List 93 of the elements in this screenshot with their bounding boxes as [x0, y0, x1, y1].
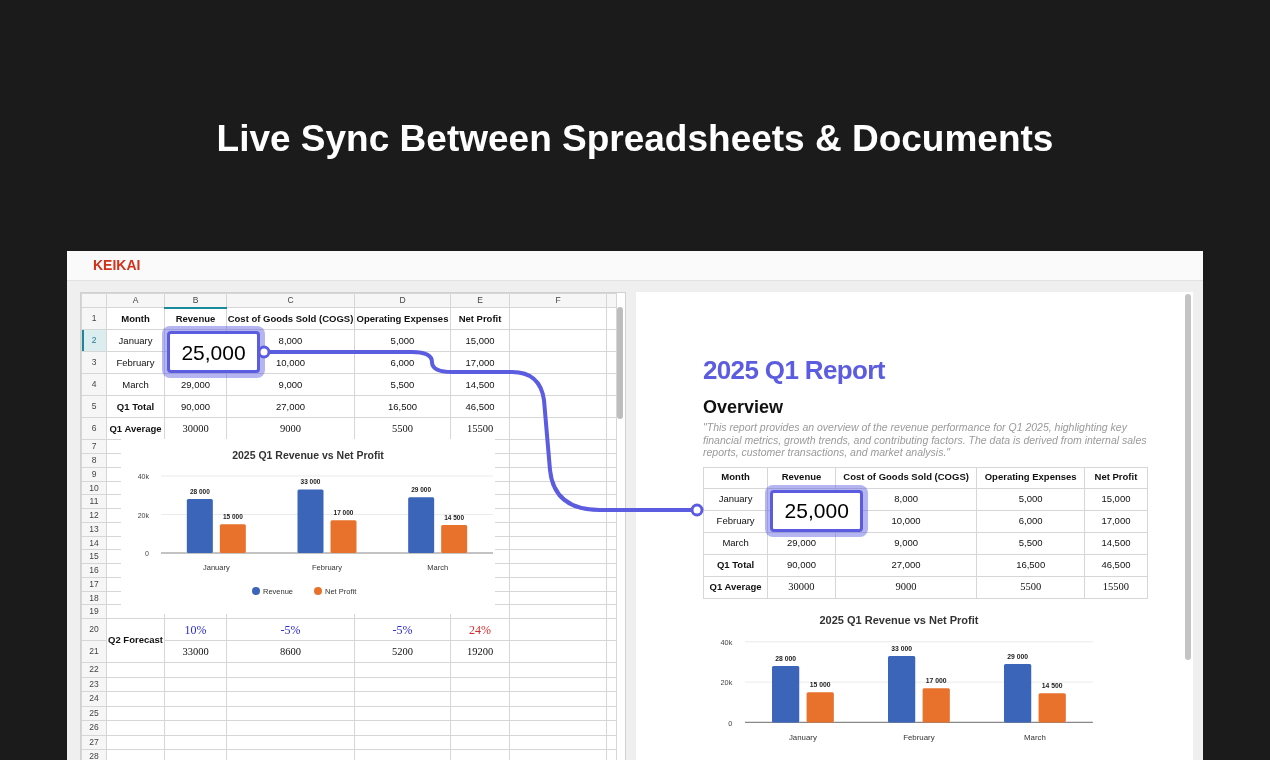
cell-text: Operating Expenses	[356, 312, 449, 324]
cell-text: 27,000	[891, 558, 921, 570]
page-title: Live Sync Between Spreadsheets & Documents	[216, 117, 1054, 161]
cell-text: 5500	[392, 422, 413, 434]
cell-text: 9,000	[894, 536, 918, 548]
cell-text: 6,000	[390, 356, 415, 368]
column-header[interactable]: A	[106, 293, 165, 308]
cell-text: 29,000	[180, 378, 211, 390]
cell-text: Month	[121, 312, 150, 324]
value-callout: 25,000	[765, 484, 869, 537]
cell-text: 17,000	[1101, 514, 1131, 526]
cell-text: 5,000	[1018, 492, 1043, 504]
chart-title: 2025 Q1 Revenue vs Net Profit	[819, 613, 979, 626]
row-header[interactable]: 4	[81, 373, 107, 396]
row-header[interactable]: 6	[81, 417, 107, 440]
cell-text: 8,000	[278, 334, 303, 346]
cell-text: January	[718, 492, 753, 504]
row-header[interactable]: 1	[81, 307, 107, 330]
logo: KEIKAI	[93, 256, 141, 275]
table-header: Operating Expenses	[976, 467, 1085, 488]
cell-text: Q1 Average	[709, 580, 762, 592]
legend-dot	[252, 587, 260, 595]
cell-text: February	[116, 356, 155, 368]
cell-text: February	[716, 514, 755, 526]
cell-text: 15500	[466, 422, 494, 434]
cell-text: 9000	[895, 581, 917, 593]
cell-text: 33000	[182, 645, 209, 657]
table-header: Month	[703, 467, 768, 488]
axis-label: 0	[728, 718, 733, 728]
cell-text: 90,000	[180, 400, 211, 412]
cell-text: 10%	[184, 622, 207, 637]
chart-title: 2025 Q1 Revenue vs Net Profit	[232, 449, 384, 461]
cell-text: 17,000	[465, 356, 495, 368]
cell-text: 15,000	[465, 334, 495, 346]
row-header[interactable]: 5	[81, 395, 107, 418]
cell-text: 5500	[1020, 581, 1042, 593]
cell-text: 9000	[280, 422, 301, 434]
cell-text: 8,000	[894, 492, 918, 504]
cell-text: Cost of Goods Sold (COGS)	[227, 312, 354, 324]
cell-text: Q1 Total	[116, 400, 155, 412]
column-header[interactable]: B	[164, 293, 227, 308]
cell-text: 16,500	[1016, 558, 1046, 570]
section-heading: Overview	[703, 396, 785, 418]
cell-text: 10,000	[275, 356, 306, 368]
axis-label: 20k	[720, 677, 733, 687]
cell-text: 5,000	[390, 334, 415, 346]
cell-text: 5,500	[390, 378, 415, 390]
row-header[interactable]: 3	[81, 351, 107, 374]
cell-text: 9,000	[278, 378, 303, 390]
cell-text: 24%	[469, 622, 491, 637]
table-header: Net Profit	[1084, 467, 1148, 488]
row-header[interactable]: 21	[81, 640, 107, 663]
cell-text: 29,000	[786, 536, 816, 548]
cell-text: 6,000	[1018, 514, 1043, 526]
cell-text: Q1 Average	[109, 422, 162, 434]
cell-text: 16,500	[387, 400, 418, 412]
row-header[interactable]: 28	[81, 749, 107, 760]
column-header[interactable]: D	[354, 293, 451, 308]
cell-text: March	[722, 536, 749, 548]
quote-paragraph: "This report provides an overview of the revenue performance for Q1 2025, highlighting key financial metrics, growth trends, and contributing factors. The data is derived from internal sales reports, customer transactions, and market analysis."	[703, 421, 1148, 459]
column-header[interactable]: F	[509, 293, 607, 308]
value-callout: 25,000	[162, 326, 265, 379]
cell-text: 90,000	[786, 558, 816, 570]
cell-text: -5%	[392, 622, 413, 637]
row-header[interactable]: 20	[81, 618, 107, 641]
table-header: Revenue	[767, 467, 836, 488]
cell-text: 5,500	[1018, 536, 1043, 548]
cell-text: -5%	[280, 622, 301, 637]
table-header: Cost of Goods Sold (COGS)	[835, 467, 977, 488]
cell-text: January	[118, 334, 153, 346]
cell-text: 10,000	[891, 514, 921, 526]
legend-dot	[314, 587, 322, 595]
cell-text: 15,000	[1101, 492, 1131, 504]
cell-text: 46,500	[465, 400, 495, 412]
cell-text: March	[122, 378, 149, 390]
row-header[interactable]: 2	[81, 329, 107, 352]
cell-text: Net Profit	[458, 312, 502, 324]
column-header[interactable]: E	[450, 293, 510, 308]
cell-text: Q1 Total	[716, 558, 755, 570]
cell-text: 46,500	[1101, 558, 1131, 570]
cell-text: 5200	[392, 645, 413, 657]
cell-text: 19200	[466, 645, 494, 657]
cell-text: 30000	[788, 581, 815, 593]
cell-text: 8600	[280, 645, 301, 657]
cell-text: 27,000	[275, 400, 306, 412]
cell-text: 14,500	[465, 378, 495, 390]
cell-text: 30000	[182, 422, 209, 434]
document-title: 2025 Q1 Report	[703, 354, 886, 386]
cell-text: 14,500	[1101, 536, 1131, 548]
cell-text: Revenue	[175, 312, 216, 324]
column-header[interactable]: C	[226, 293, 355, 308]
cell-text: 15500	[1102, 581, 1130, 593]
axis-label: 40k	[720, 637, 733, 647]
